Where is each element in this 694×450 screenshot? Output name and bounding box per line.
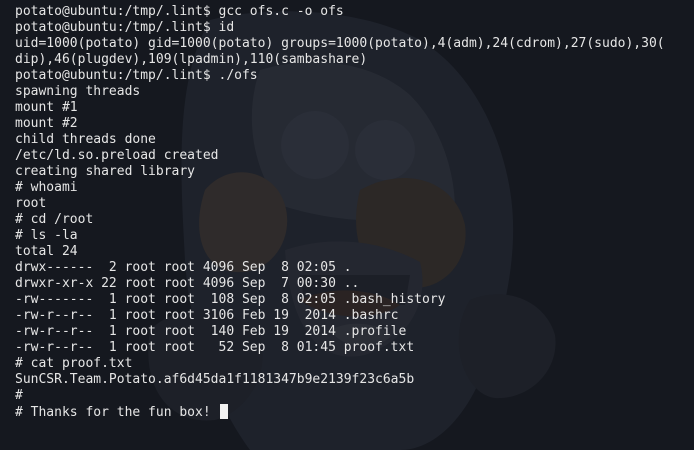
terminal-line: dip),46(plugdev),109(lpadmin),110(sambas… — [15, 52, 368, 67]
terminal-line: creating shared library — [15, 164, 196, 179]
terminal-line: # — [15, 388, 23, 403]
terminal-output[interactable]: potato@ubuntu:/tmp/.lint$ gcc ofs.c -o o… — [0, 0, 694, 420]
terminal-line: mount #1 — [15, 100, 78, 115]
terminal-line: -rw------- 1 root root 108 Sep 8 02:05 .… — [15, 292, 446, 307]
terminal-line: -rw-r--r-- 1 root root 140 Feb 19 2014 .… — [15, 324, 407, 339]
terminal-line: mount #2 — [15, 116, 78, 131]
terminal-prompt-line[interactable]: # Thanks for the fun box! — [15, 404, 694, 420]
terminal-line: -rw-r--r-- 1 root root 3106 Feb 19 2014 … — [15, 308, 399, 323]
terminal-line: drwxr-xr-x 22 root root 4096 Sep 7 00:30… — [15, 276, 360, 291]
terminal-line: total 24 — [15, 244, 78, 259]
terminal-line: uid=1000(potato) gid=1000(potato) groups… — [15, 36, 665, 51]
terminal-line: SunCSR.Team.Potato.af6d45da1f1181347b9e2… — [15, 372, 415, 387]
terminal-line: -rw-r--r-- 1 root root 52 Sep 8 01:45 pr… — [15, 340, 415, 355]
terminal-line: # whoami — [15, 180, 78, 195]
terminal-line: child threads done — [15, 132, 156, 147]
terminal-line: drwx------ 2 root root 4096 Sep 8 02:05 … — [15, 260, 352, 275]
terminal-line: potato@ubuntu:/tmp/.lint$ ./ofs — [15, 68, 258, 83]
terminal-line: # cat proof.txt — [15, 356, 133, 371]
terminal-line: spawning threads — [15, 84, 141, 99]
terminal-line: root — [15, 196, 47, 211]
terminal-cursor — [219, 404, 228, 419]
terminal-line: potato@ubuntu:/tmp/.lint$ gcc ofs.c -o o… — [15, 4, 344, 19]
terminal-line: # ls -la — [15, 228, 78, 243]
terminal-line: potato@ubuntu:/tmp/.lint$ id — [15, 20, 235, 35]
terminal-line: /etc/ld.so.preload created — [15, 148, 219, 163]
terminal-line: # cd /root — [15, 212, 94, 227]
terminal-line-text: # Thanks for the fun box! — [15, 405, 219, 420]
terminal-window[interactable]: potato@ubuntu:/tmp/.lint$ gcc ofs.c -o o… — [0, 0, 694, 450]
